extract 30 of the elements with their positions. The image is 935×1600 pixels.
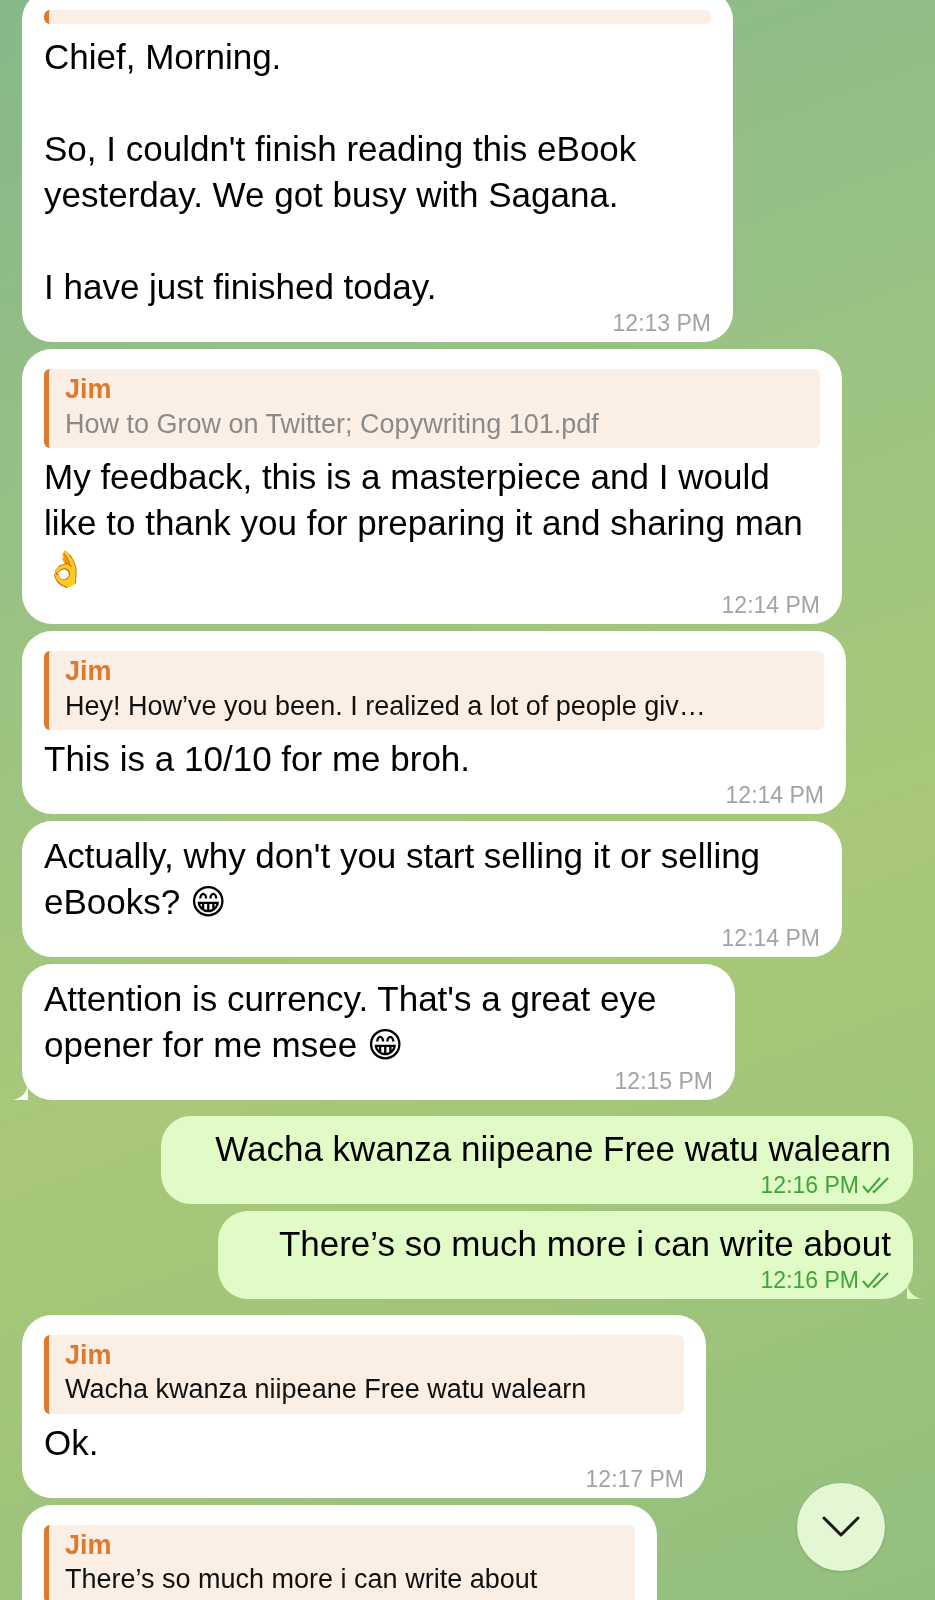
reply-author: Jim — [65, 654, 113, 688]
message-time: 12:15 PM — [614, 1067, 713, 1094]
reply-quote[interactable]: Jim Wacha kwanza niipeane Free watu walearn — [44, 1334, 684, 1414]
reply-quote[interactable]: Jim Hey! How’ve you been. I realized a lot of people giv… — [44, 650, 824, 730]
message-text: Actually, why don't you start selling it or selling eBooks? 😁 — [44, 834, 762, 923]
message-text: Wacha kwanza niipeane Free watu walearn — [214, 1127, 891, 1170]
message-time: 12:13 PM — [612, 310, 711, 336]
message-time: 12:14 PM — [721, 924, 820, 951]
message-time: 12:17 PM — [585, 1465, 684, 1492]
message-time: 12:14 PM — [721, 591, 820, 618]
reply-author: Jim — [65, 1528, 113, 1562]
reply-text: How to Grow on Twitter; Copywriting 101.pdf — [65, 407, 600, 441]
message-text: I have just finished today. — [44, 266, 438, 308]
reply-quote[interactable]: Jim There’s so much more i can write about — [44, 1524, 635, 1600]
message-text: My feedback, this is a masterpiece and I would like to thank you for preparing it and sharing man 👌 — [44, 455, 804, 590]
message-time: 12:16 PM — [760, 1266, 859, 1293]
reply-text: There’s so much more i can write about — [65, 1563, 539, 1597]
message-text: Attention is currency. That's a great eye opener for me msee 😁 — [44, 977, 658, 1066]
message-time: 12:16 PM — [760, 1171, 859, 1198]
reply-author: Jim — [65, 373, 113, 406]
message-text: So, I couldn't finish reading this eBook yesterday. We got busy with Sagana. — [44, 128, 638, 216]
message-text: Chief, Morning. — [44, 36, 283, 78]
message-time: 12:14 PM — [725, 781, 824, 808]
message-text: Ok. — [44, 1421, 100, 1464]
chevron-down-icon — [821, 1515, 861, 1539]
message-text: This is a 10/10 for me broh. — [44, 737, 472, 780]
reply-text: Wacha kwanza niipeane Free watu walearn — [65, 1373, 588, 1407]
reply-text: Hey! How’ve you been. I realized a lot of people giv… — [65, 689, 707, 723]
message-text: There’s so much more i can write about — [277, 1222, 891, 1265]
reply-author: Jim — [65, 1338, 113, 1372]
